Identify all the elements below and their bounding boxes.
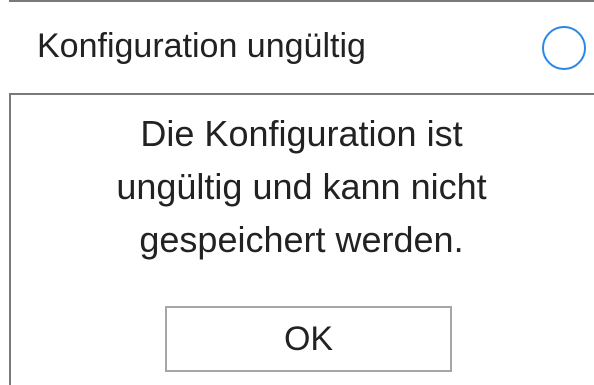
dialog-title: Konfiguration ungültig <box>37 27 366 65</box>
message-line-2: ungültig und kann nicht <box>116 166 487 207</box>
circle-icon[interactable] <box>542 26 586 70</box>
ok-button[interactable]: OK <box>165 306 452 372</box>
dialog-titlebar: Konfiguration ungültig <box>9 0 594 95</box>
message-line-3: gespeichert werden. <box>139 219 464 260</box>
dialog-message: Die Konfiguration ist ungültig und kann … <box>9 107 594 266</box>
invalid-configuration-dialog: Konfiguration ungültig Die Konfiguration… <box>0 0 594 385</box>
message-line-1: Die Konfiguration ist <box>140 113 463 154</box>
